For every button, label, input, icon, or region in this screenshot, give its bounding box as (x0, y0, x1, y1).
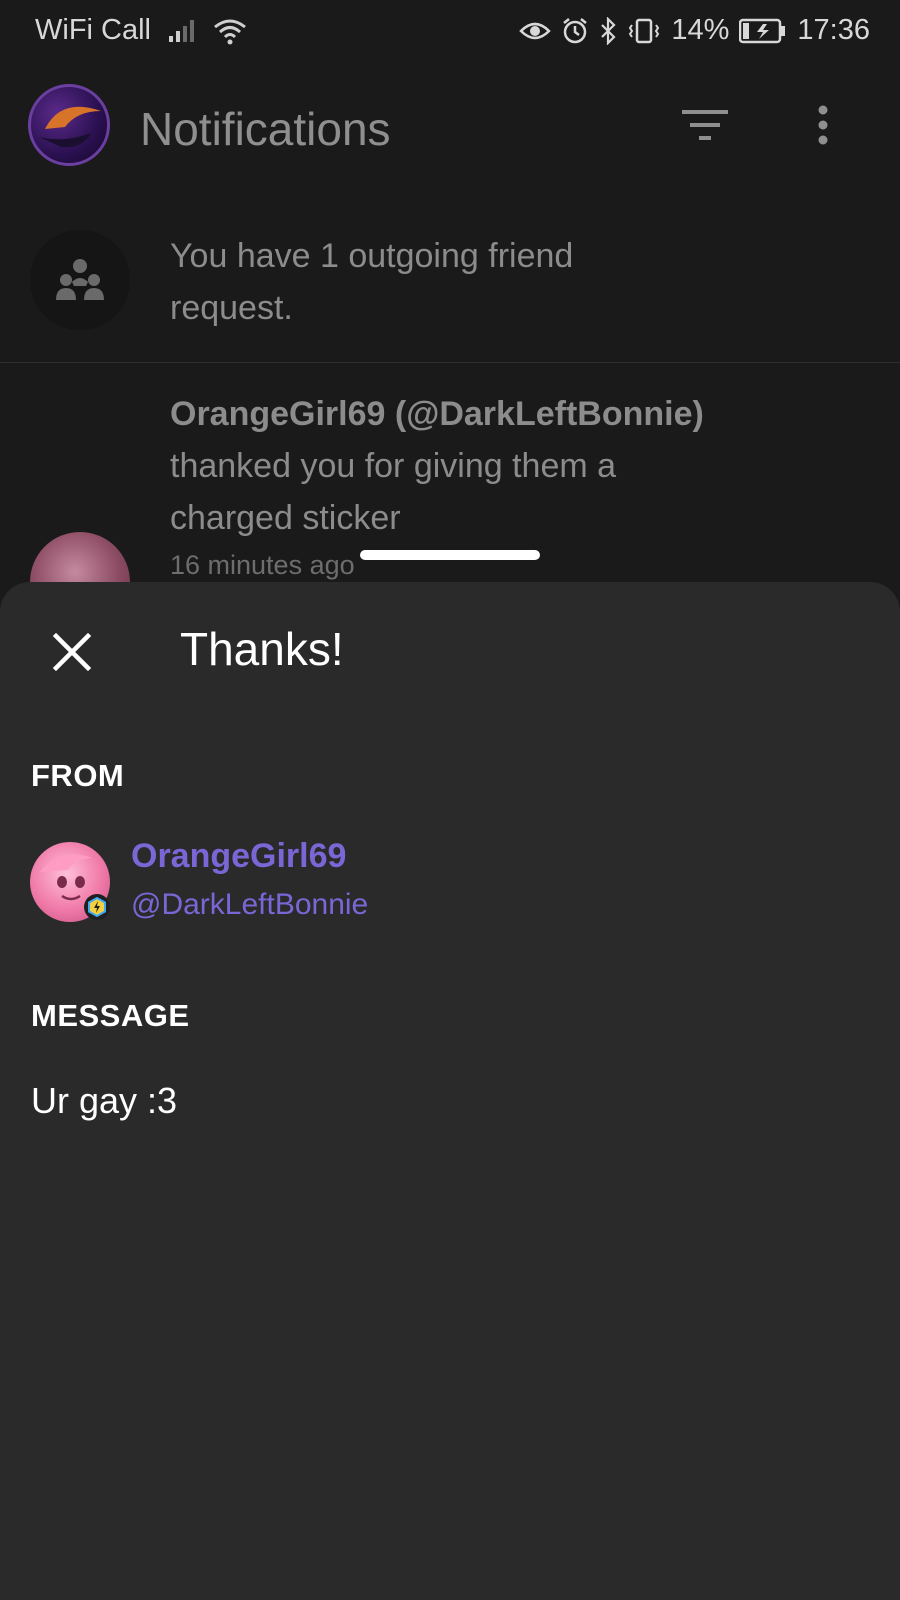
clock-time: 17:36 (797, 14, 870, 46)
more-options-button[interactable] (798, 102, 848, 152)
message-label: MESSAGE (31, 998, 190, 1033)
close-button[interactable] (40, 622, 104, 686)
from-label: FROM (31, 758, 125, 793)
battery-charging-icon (739, 18, 787, 44)
nitro-badge-icon (84, 894, 110, 920)
status-bar: WiFi Call 14% 17:36 (0, 0, 900, 62)
eye-icon (519, 19, 552, 43)
battery-percent: 14% (671, 14, 730, 46)
filter-button[interactable] (680, 102, 730, 152)
bluetooth-icon (599, 16, 617, 45)
sender-name[interactable]: OrangeGirl69 (131, 837, 346, 876)
thanks-bottom-sheet: Thanks! FROM OrangeGirl69 @DarkLeftBonni… (0, 582, 900, 1600)
people-group-icon (30, 259, 130, 334)
status-left: WiFi Call (35, 14, 247, 47)
vibrate-icon (627, 17, 661, 45)
app-bar: Notifications (0, 72, 900, 192)
page-title: Notifications (140, 103, 391, 155)
close-icon (52, 632, 92, 677)
notification-line: thanked you for giving them a (170, 447, 617, 485)
friend-request-notification[interactable]: You have 1 outgoing friend request. (0, 210, 900, 363)
wifi-icon (213, 17, 247, 45)
sheet-drag-handle[interactable] (360, 550, 540, 560)
profile-avatar[interactable] (28, 84, 110, 166)
status-right: 14% 17:36 (519, 14, 870, 47)
notification-sender: OrangeGirl69 (@DarkLeftBonnie) (170, 395, 704, 433)
notification-line: charged sticker (170, 499, 401, 537)
sheet-title: Thanks! (180, 623, 344, 675)
more-vertical-icon (817, 105, 829, 150)
signal-icon (167, 18, 197, 44)
filter-icon (682, 108, 728, 147)
sender-handle[interactable]: @DarkLeftBonnie (131, 888, 368, 922)
carrier-label: WiFi Call (35, 14, 151, 46)
friend-request-avatar (30, 230, 130, 330)
alarm-icon (561, 17, 589, 45)
message-text: Ur gay :3 (31, 1080, 178, 1121)
notification-time: 16 minutes ago (170, 550, 355, 580)
friend-request-text: You have 1 outgoing friend request. (170, 237, 574, 327)
